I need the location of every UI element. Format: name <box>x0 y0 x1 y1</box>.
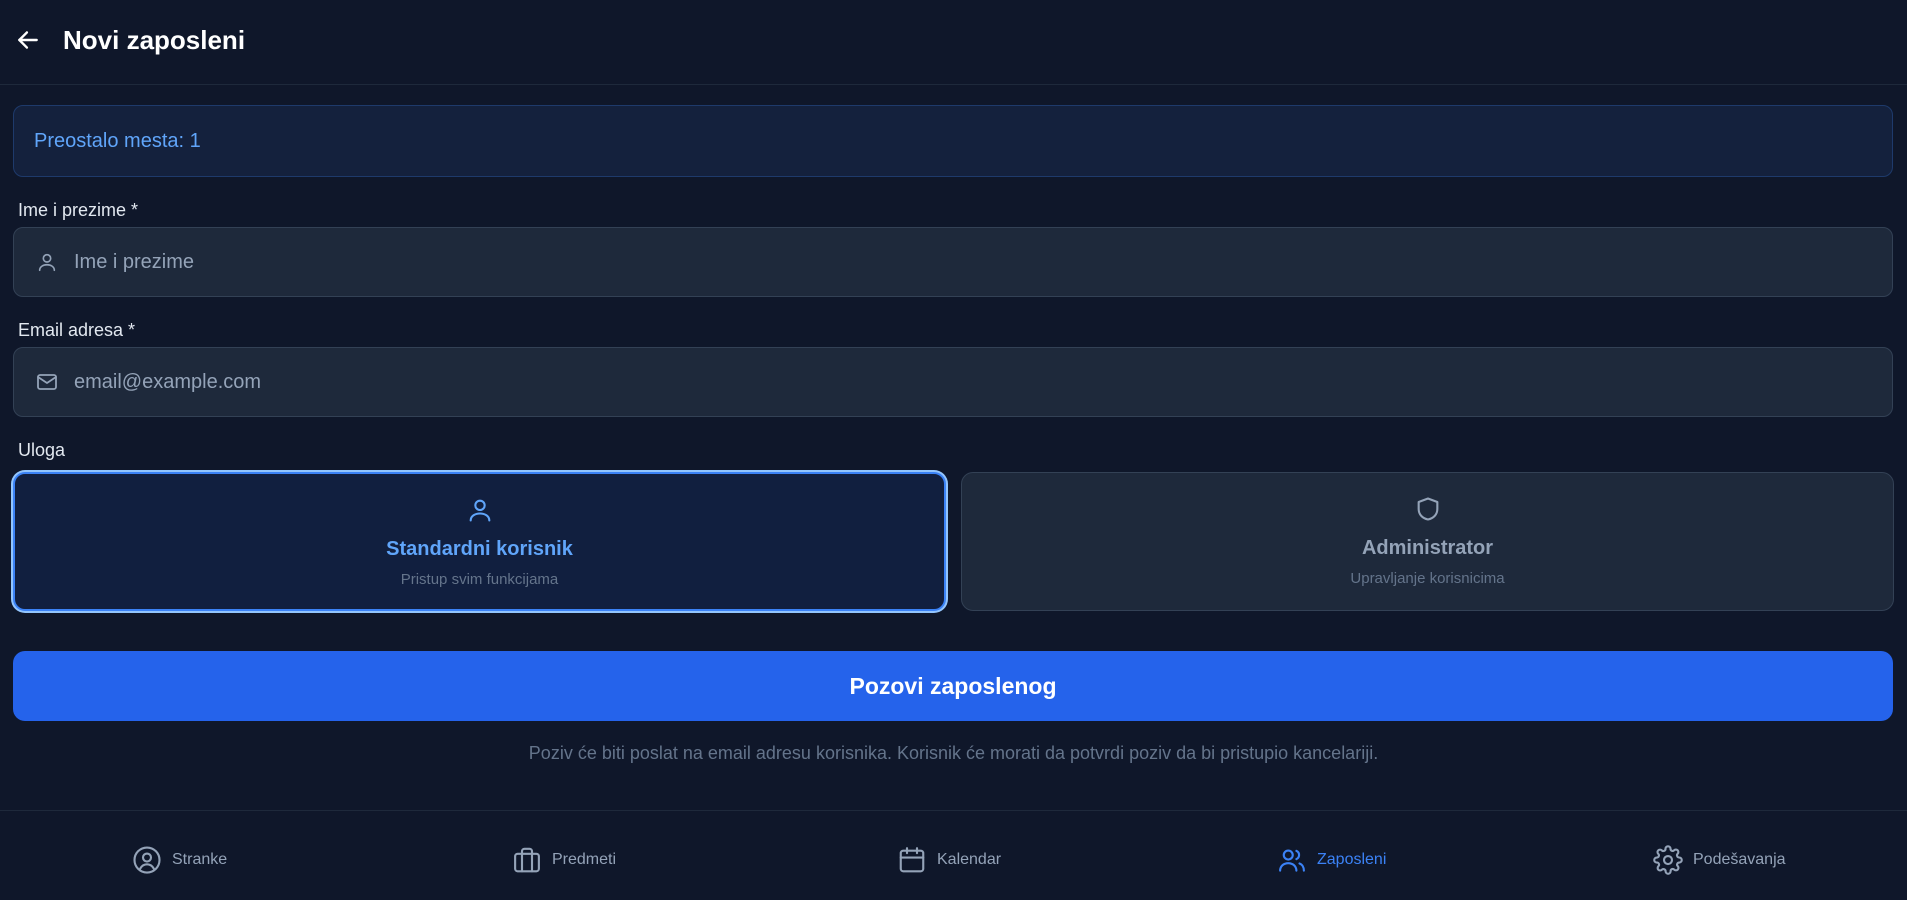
role-option-administrator[interactable]: Administrator Upravljanje korisnicima <box>961 472 1894 611</box>
nav-item-stranke[interactable]: Stranke <box>132 844 227 876</box>
remaining-seats-text: Preostalo mesta: 1 <box>34 129 201 152</box>
name-label: Ime i prezime * <box>18 200 139 220</box>
header: Novi zaposleni <box>0 0 1907 85</box>
back-button[interactable] <box>12 24 44 56</box>
email-label: Email adresa * <box>18 320 136 340</box>
email-field[interactable] <box>13 347 1893 417</box>
role-label: Uloga <box>18 440 66 460</box>
briefcase-icon <box>514 847 540 873</box>
invite-employee-button[interactable]: Pozovi zaposlenog <box>13 651 1893 721</box>
invite-hint-text: Poziv će biti poslat na email adresu kor… <box>528 743 1379 763</box>
mail-icon <box>35 370 59 394</box>
user-circle-icon <box>133 846 161 874</box>
app-root: Novi zaposleni Preostalo mesta: 1 Ime i … <box>0 0 1907 900</box>
role-option-description: Pristup svim funkcijama <box>400 571 559 588</box>
calendar-icon <box>899 847 925 873</box>
role-option-title: Administrator <box>1361 537 1494 559</box>
user-icon <box>464 494 496 526</box>
page-title: Novi zaposleni <box>63 25 246 55</box>
shield-icon <box>1412 493 1444 525</box>
nav-item-zaposleni[interactable]: Zaposleni <box>1277 844 1386 876</box>
users-icon <box>1279 849 1305 872</box>
user-icon <box>35 250 59 274</box>
gear-icon <box>1653 845 1683 875</box>
nav-item-predmeti[interactable]: Predmeti <box>512 844 616 876</box>
role-option-standard[interactable]: Standardni korisnik Pristup svim funkcij… <box>13 472 946 611</box>
name-input[interactable] <box>74 228 1892 296</box>
arrow-left-icon <box>18 31 38 49</box>
remaining-seats-banner: Preostalo mesta: 1 <box>13 105 1893 177</box>
role-option-description: Upravljanje korisnicima <box>1350 570 1505 587</box>
nav-item-label: Predmeti <box>552 851 617 868</box>
name-field[interactable] <box>13 227 1893 297</box>
bottom-nav: Stranke Predmeti Kalendar Zaposleni Pode… <box>0 810 1907 900</box>
nav-item-label: Podešavanja <box>1693 851 1786 868</box>
nav-item-label: Zaposleni <box>1317 851 1387 868</box>
email-input[interactable] <box>74 348 1892 416</box>
nav-item-kalendar[interactable]: Kalendar <box>897 844 1001 876</box>
nav-item-label: Kalendar <box>937 851 1002 868</box>
nav-item-label: Stranke <box>172 851 228 868</box>
role-option-title: Standardni korisnik <box>386 538 573 560</box>
nav-item-podesavanja[interactable]: Podešavanja <box>1653 844 1786 876</box>
